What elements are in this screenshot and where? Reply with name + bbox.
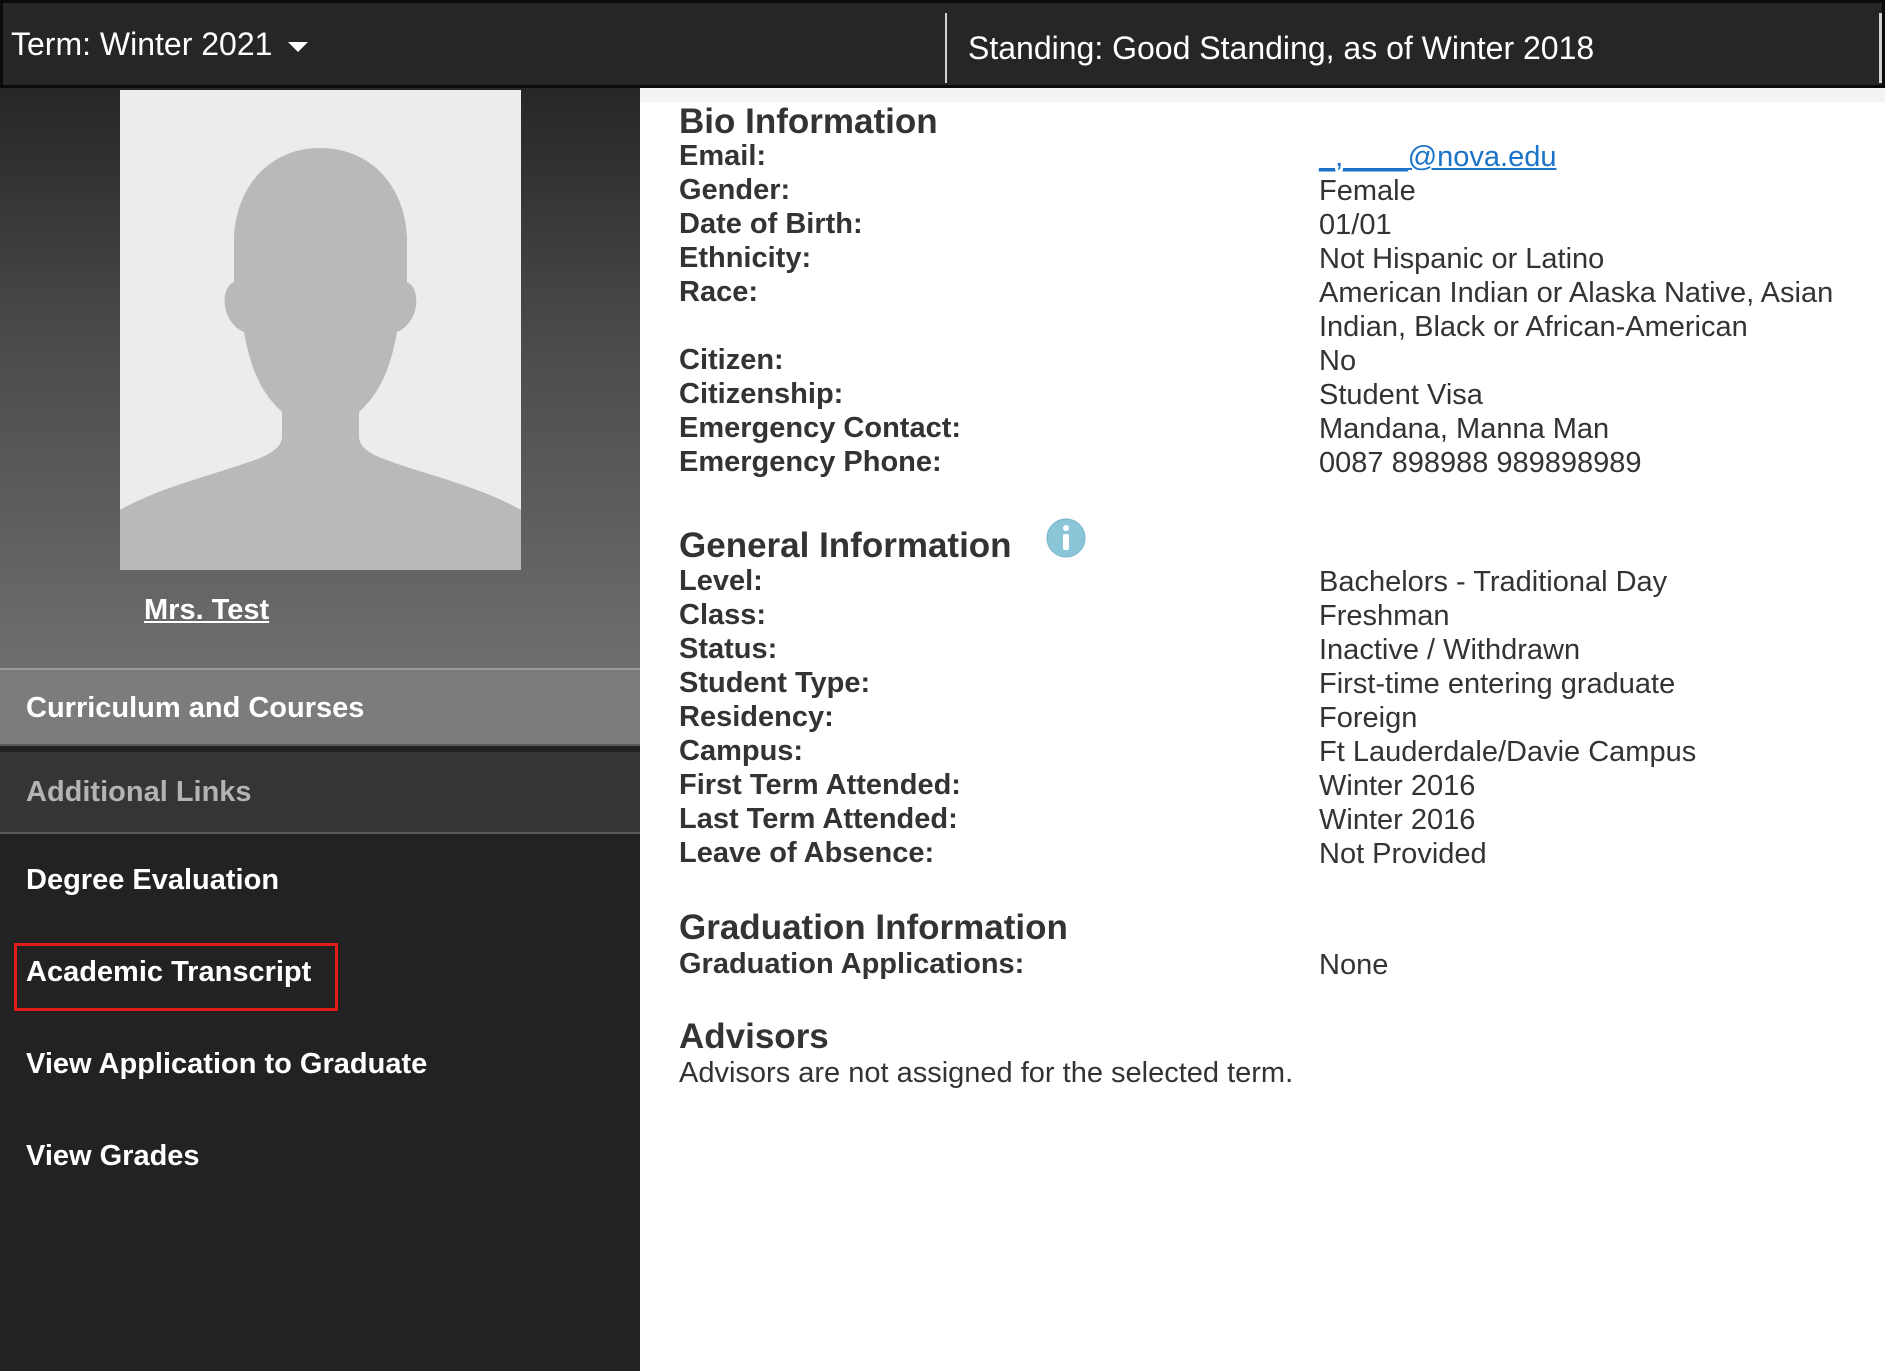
class-value: Freshman — [1319, 600, 1450, 632]
email-value[interactable]: _,____@nova.edu — [1319, 140, 1556, 174]
top-bar-divider — [945, 13, 947, 83]
link-view-grades[interactable]: View Grades — [26, 1140, 200, 1173]
race-label: Race: — [679, 276, 758, 308]
main-top-strip — [640, 88, 1885, 102]
student-type-label: Student Type: — [679, 667, 871, 699]
first-term-attended-label: First Term Attended: — [679, 769, 961, 801]
emergency-phone-value: 0087 898988 989898989 — [1319, 447, 1642, 479]
gender-value: Female — [1319, 175, 1416, 207]
leave-of-absence-label: Leave of Absence: — [679, 837, 935, 869]
top-bar: Term: Winter 2021 Standing: Good Standin… — [0, 0, 1885, 88]
student-type-value: First-time entering graduate — [1319, 668, 1676, 700]
graduation-applications-label: Graduation Applications: — [679, 948, 1025, 980]
nav-curriculum-and-courses[interactable]: Curriculum and Courses — [0, 668, 640, 746]
bio-information-title: Bio Information — [679, 102, 938, 141]
race-value: American Indian or Alaska Native, Asian … — [1319, 277, 1834, 343]
emergency-contact-label: Emergency Contact: — [679, 412, 962, 444]
profile-panel: Mrs. Test — [0, 88, 640, 668]
info-icon[interactable] — [1046, 518, 1086, 558]
level-label: Level: — [679, 565, 763, 597]
emergency-phone-label: Emergency Phone: — [679, 446, 942, 478]
level-value: Bachelors - Traditional Day — [1319, 566, 1668, 598]
nav-additional-links-label: Additional Links — [26, 776, 252, 808]
graduation-applications-value: None — [1319, 949, 1389, 981]
standing-label: Standing: Good Standing, as of Winter 20… — [968, 30, 1595, 66]
caret-down-icon — [288, 41, 309, 52]
gender-label: Gender: — [679, 174, 791, 206]
link-view-application-to-graduate[interactable]: View Application to Graduate — [26, 1048, 427, 1081]
nav-curriculum-label: Curriculum and Courses — [26, 692, 365, 724]
ethnicity-label: Ethnicity: — [679, 242, 812, 274]
leave-of-absence-value: Not Provided — [1319, 838, 1487, 870]
top-bar-edge — [1879, 13, 1882, 83]
email-label: Email: — [679, 140, 767, 172]
ethnicity-value: Not Hispanic or Latino — [1319, 243, 1605, 275]
emergency-contact-value: Mandana, Manna Man — [1319, 413, 1610, 445]
term-label: Term: Winter 2021 — [11, 26, 273, 62]
advisors-message: Advisors are not assigned for the select… — [679, 1057, 1294, 1089]
class-label: Class: — [679, 599, 767, 631]
residency-label: Residency: — [679, 701, 834, 733]
citizenship-value: Student Visa — [1319, 379, 1483, 411]
term-selector[interactable]: Term: Winter 2021 — [11, 26, 309, 63]
status-value: Inactive / Withdrawn — [1319, 634, 1581, 666]
academic-transcript-highlight-box — [14, 943, 338, 1011]
first-term-attended-value: Winter 2016 — [1319, 770, 1476, 802]
nav-additional-links[interactable]: Additional Links — [0, 752, 640, 834]
last-term-attended-label: Last Term Attended: — [679, 803, 958, 835]
dob-label: Date of Birth: — [679, 208, 863, 240]
sidebar: Mrs. Test Curriculum and Courses Additio… — [0, 88, 640, 1371]
last-term-attended-value: Winter 2016 — [1319, 804, 1476, 836]
campus-label: Campus: — [679, 735, 804, 767]
citizen-label: Citizen: — [679, 344, 784, 376]
campus-value: Ft Lauderdale/Davie Campus — [1319, 736, 1697, 768]
email-link[interactable]: _,____@nova.edu — [1319, 141, 1556, 173]
avatar-silhouette-icon — [120, 90, 521, 570]
profile-photo — [120, 90, 521, 570]
advisors-title: Advisors — [679, 1017, 829, 1056]
status-label: Status: — [679, 633, 778, 665]
general-information-title: General Information — [679, 526, 1012, 565]
citizenship-label: Citizenship: — [679, 378, 844, 410]
link-degree-evaluation[interactable]: Degree Evaluation — [26, 864, 279, 897]
citizen-value: No — [1319, 345, 1357, 377]
dob-value: 01/01 — [1319, 209, 1392, 241]
profile-name-link[interactable]: Mrs. Test — [144, 594, 496, 627]
graduation-information-title: Graduation Information — [679, 908, 1068, 947]
residency-value: Foreign — [1319, 702, 1418, 734]
